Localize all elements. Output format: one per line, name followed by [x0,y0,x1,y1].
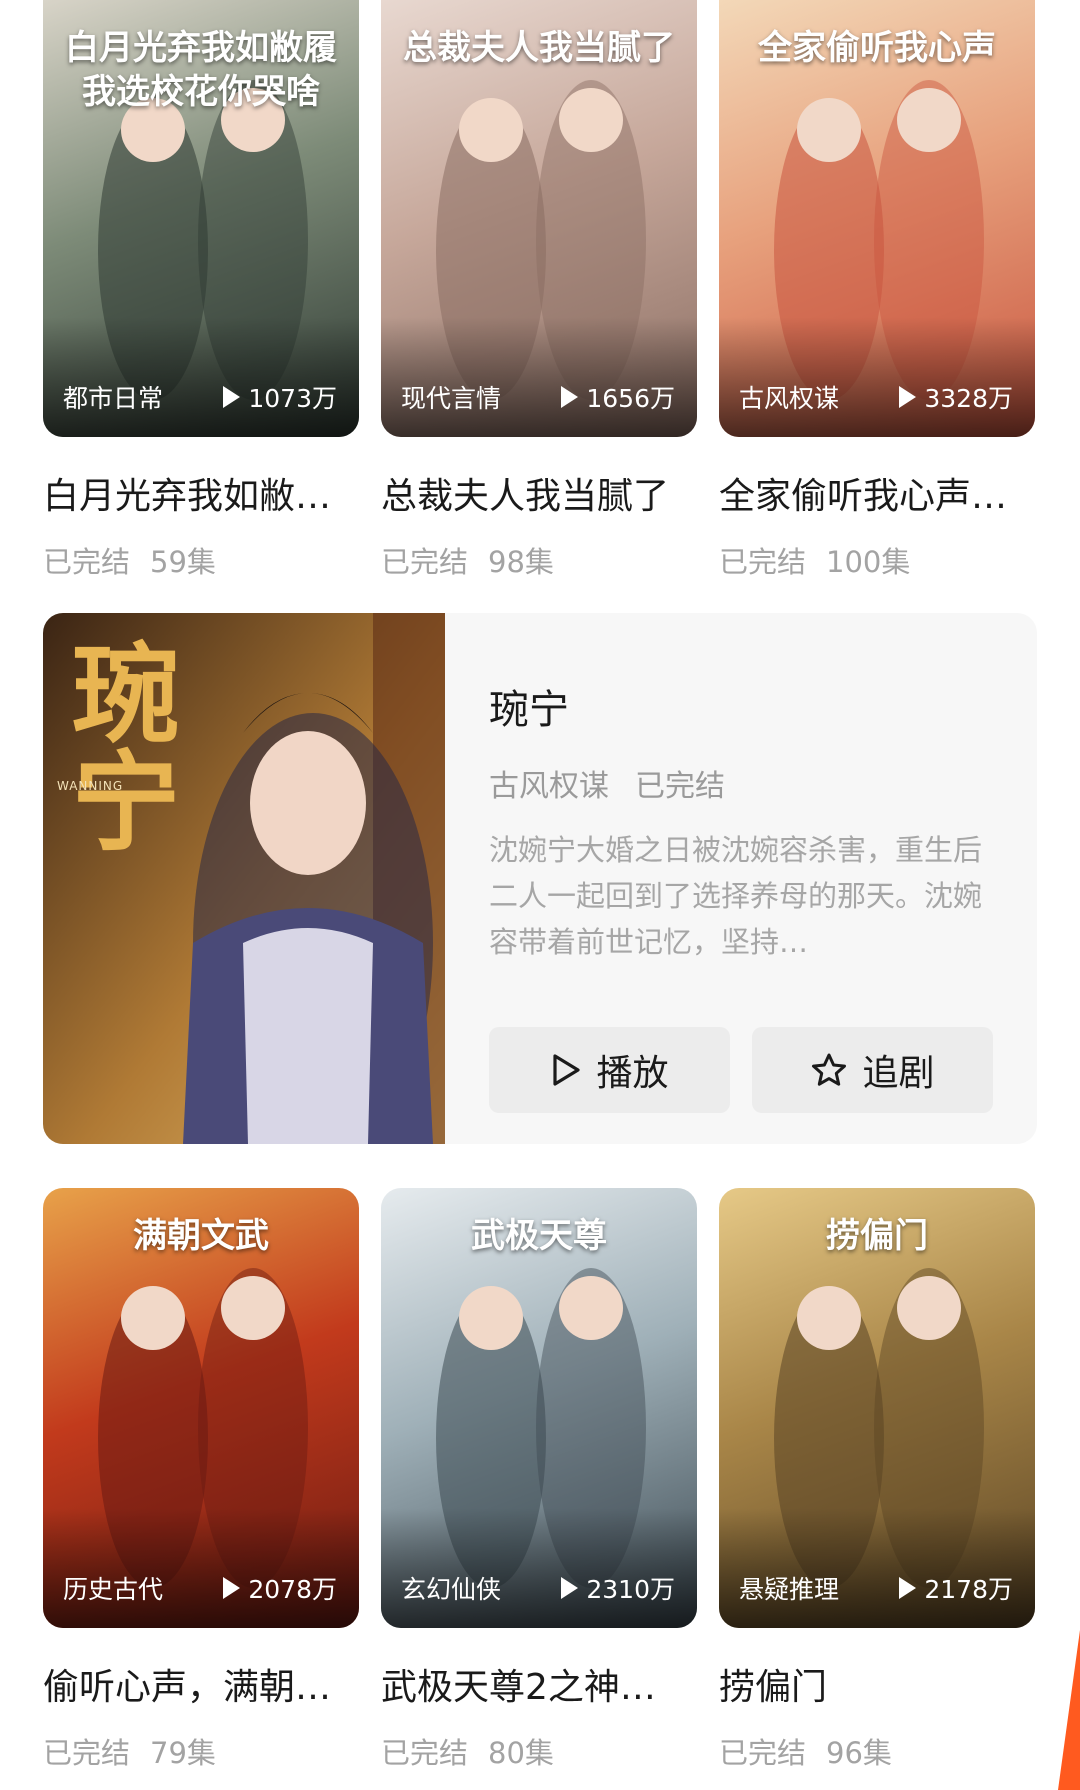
play-icon [561,386,579,408]
play-icon [561,1577,579,1599]
poster-title-art: 琬宁 [54,637,180,853]
featured-tags: 古风权谋 已完结 [489,761,993,805]
view-count: 2078万 [223,1570,337,1606]
follow-button-label: 追剧 [862,1053,935,1094]
view-count: 2178万 [899,1570,1013,1606]
status-label: 已完结 [719,545,807,579]
featured-status: 已完结 [635,769,725,804]
view-count: 1073万 [223,379,337,415]
drama-card[interactable]: 满朝文武 历史古代 2078万 偷听心声，满朝… 已完结 79集 [43,1188,359,1772]
drama-poster[interactable]: 白月光弃我如敝履 我选校花你哭啥 都市日常 1073万 [43,0,359,437]
status-label: 已完结 [381,1736,469,1770]
drama-grid-row-1: 白月光弃我如敝履 我选校花你哭啥 都市日常 1073万 白月光弃我如敝… 已完结… [43,0,1037,581]
edge-accent-decoration [1058,1630,1080,1790]
genre-tag: 历史古代 [63,1575,164,1604]
genre-tag: 玄幻仙侠 [401,1575,502,1604]
poster-subtitle-art: WANNING [57,779,124,793]
status-label: 已完结 [381,545,469,579]
drama-title[interactable]: 偷听心声，满朝… [43,1658,359,1710]
drama-meta: 已完结 100集 [719,539,1035,581]
genre-tag: 悬疑推理 [739,1575,840,1604]
follow-button[interactable]: 追剧 [752,1027,993,1113]
drama-title[interactable]: 武极天尊2之神… [381,1658,697,1710]
drama-card[interactable]: 武极天尊 玄幻仙侠 2310万 武极天尊2之神… 已完结 80集 [381,1188,697,1772]
play-button-label: 播放 [596,1053,669,1094]
drama-card[interactable]: 捞偏门 悬疑推理 2178万 捞偏门 已完结 96集 [719,1188,1035,1772]
view-count: 2310万 [561,1570,675,1606]
genre-tag: 古风权谋 [739,384,840,413]
drama-card[interactable]: 白月光弃我如敝履 我选校花你哭啥 都市日常 1073万 白月光弃我如敝… 已完结… [43,0,359,581]
drama-title[interactable]: 全家偷听我心声… [719,467,1035,519]
view-count-value: 1073万 [248,384,337,413]
drama-title[interactable]: 捞偏门 [719,1658,1035,1710]
episode-count: 100集 [826,545,911,579]
status-label: 已完结 [43,545,131,579]
status-label: 已完结 [43,1736,131,1770]
featured-poster[interactable]: 琬宁 WANNING [43,613,445,1144]
view-count-value: 2178万 [924,1575,1013,1604]
episode-count: 79集 [150,1736,216,1770]
drama-poster[interactable]: 全家偷听我心声 古风权谋 3328万 [719,0,1035,437]
featured-description: 沈婉宁大婚之日被沈婉容杀害，重生后二人一起回到了选择养母的那天。沈婉容带着前世记… [489,833,983,959]
genre-tag: 现代言情 [401,384,502,413]
status-label: 已完结 [719,1736,807,1770]
star-outline-icon [812,1053,847,1086]
drama-meta: 已完结 98集 [381,539,697,581]
drama-title[interactable]: 白月光弃我如敝… [43,467,359,519]
episode-count: 96集 [826,1736,892,1770]
view-count-value: 2078万 [248,1575,337,1604]
view-count-value: 2310万 [586,1575,675,1604]
drama-poster[interactable]: 捞偏门 悬疑推理 2178万 [719,1188,1035,1628]
play-icon [899,386,917,408]
drama-poster[interactable]: 总裁夫人我当腻了 现代言情 1656万 [381,0,697,437]
drama-poster[interactable]: 武极天尊 玄幻仙侠 2310万 [381,1188,697,1628]
drama-card[interactable]: 总裁夫人我当腻了 现代言情 1656万 总裁夫人我当腻了 已完结 98集 [381,0,697,581]
play-icon [223,1577,241,1599]
play-icon [899,1577,917,1599]
play-button[interactable]: 播放 [489,1027,730,1113]
play-outline-icon [553,1054,581,1086]
drama-grid-row-2: 满朝文武 历史古代 2078万 偷听心声，满朝… 已完结 79集 武极天尊 玄幻… [43,1188,1037,1772]
episode-count: 98集 [488,545,554,579]
episode-count: 59集 [150,545,216,579]
featured-genre: 古风权谋 [489,769,609,804]
view-count-value: 1656万 [586,384,675,413]
drama-meta: 已完结 80集 [381,1730,697,1772]
view-count: 3328万 [899,379,1013,415]
drama-title[interactable]: 总裁夫人我当腻了 [381,467,697,519]
drama-meta: 已完结 59集 [43,539,359,581]
genre-tag: 都市日常 [63,384,164,413]
featured-title[interactable]: 琬宁 [489,677,993,735]
view-count-value: 3328万 [924,384,1013,413]
drama-card[interactable]: 全家偷听我心声 古风权谋 3328万 全家偷听我心声… 已完结 100集 [719,0,1035,581]
drama-meta: 已完结 96集 [719,1730,1035,1772]
drama-meta: 已完结 79集 [43,1730,359,1772]
drama-poster[interactable]: 满朝文武 历史古代 2078万 [43,1188,359,1628]
view-count: 1656万 [561,379,675,415]
play-icon [223,386,241,408]
featured-drama-card[interactable]: 琬宁 WANNING 琬宁 古风权谋 已完结 沈婉宁大婚之日被沈婉容杀害，重生后… [43,613,1037,1144]
episode-count: 80集 [488,1736,554,1770]
